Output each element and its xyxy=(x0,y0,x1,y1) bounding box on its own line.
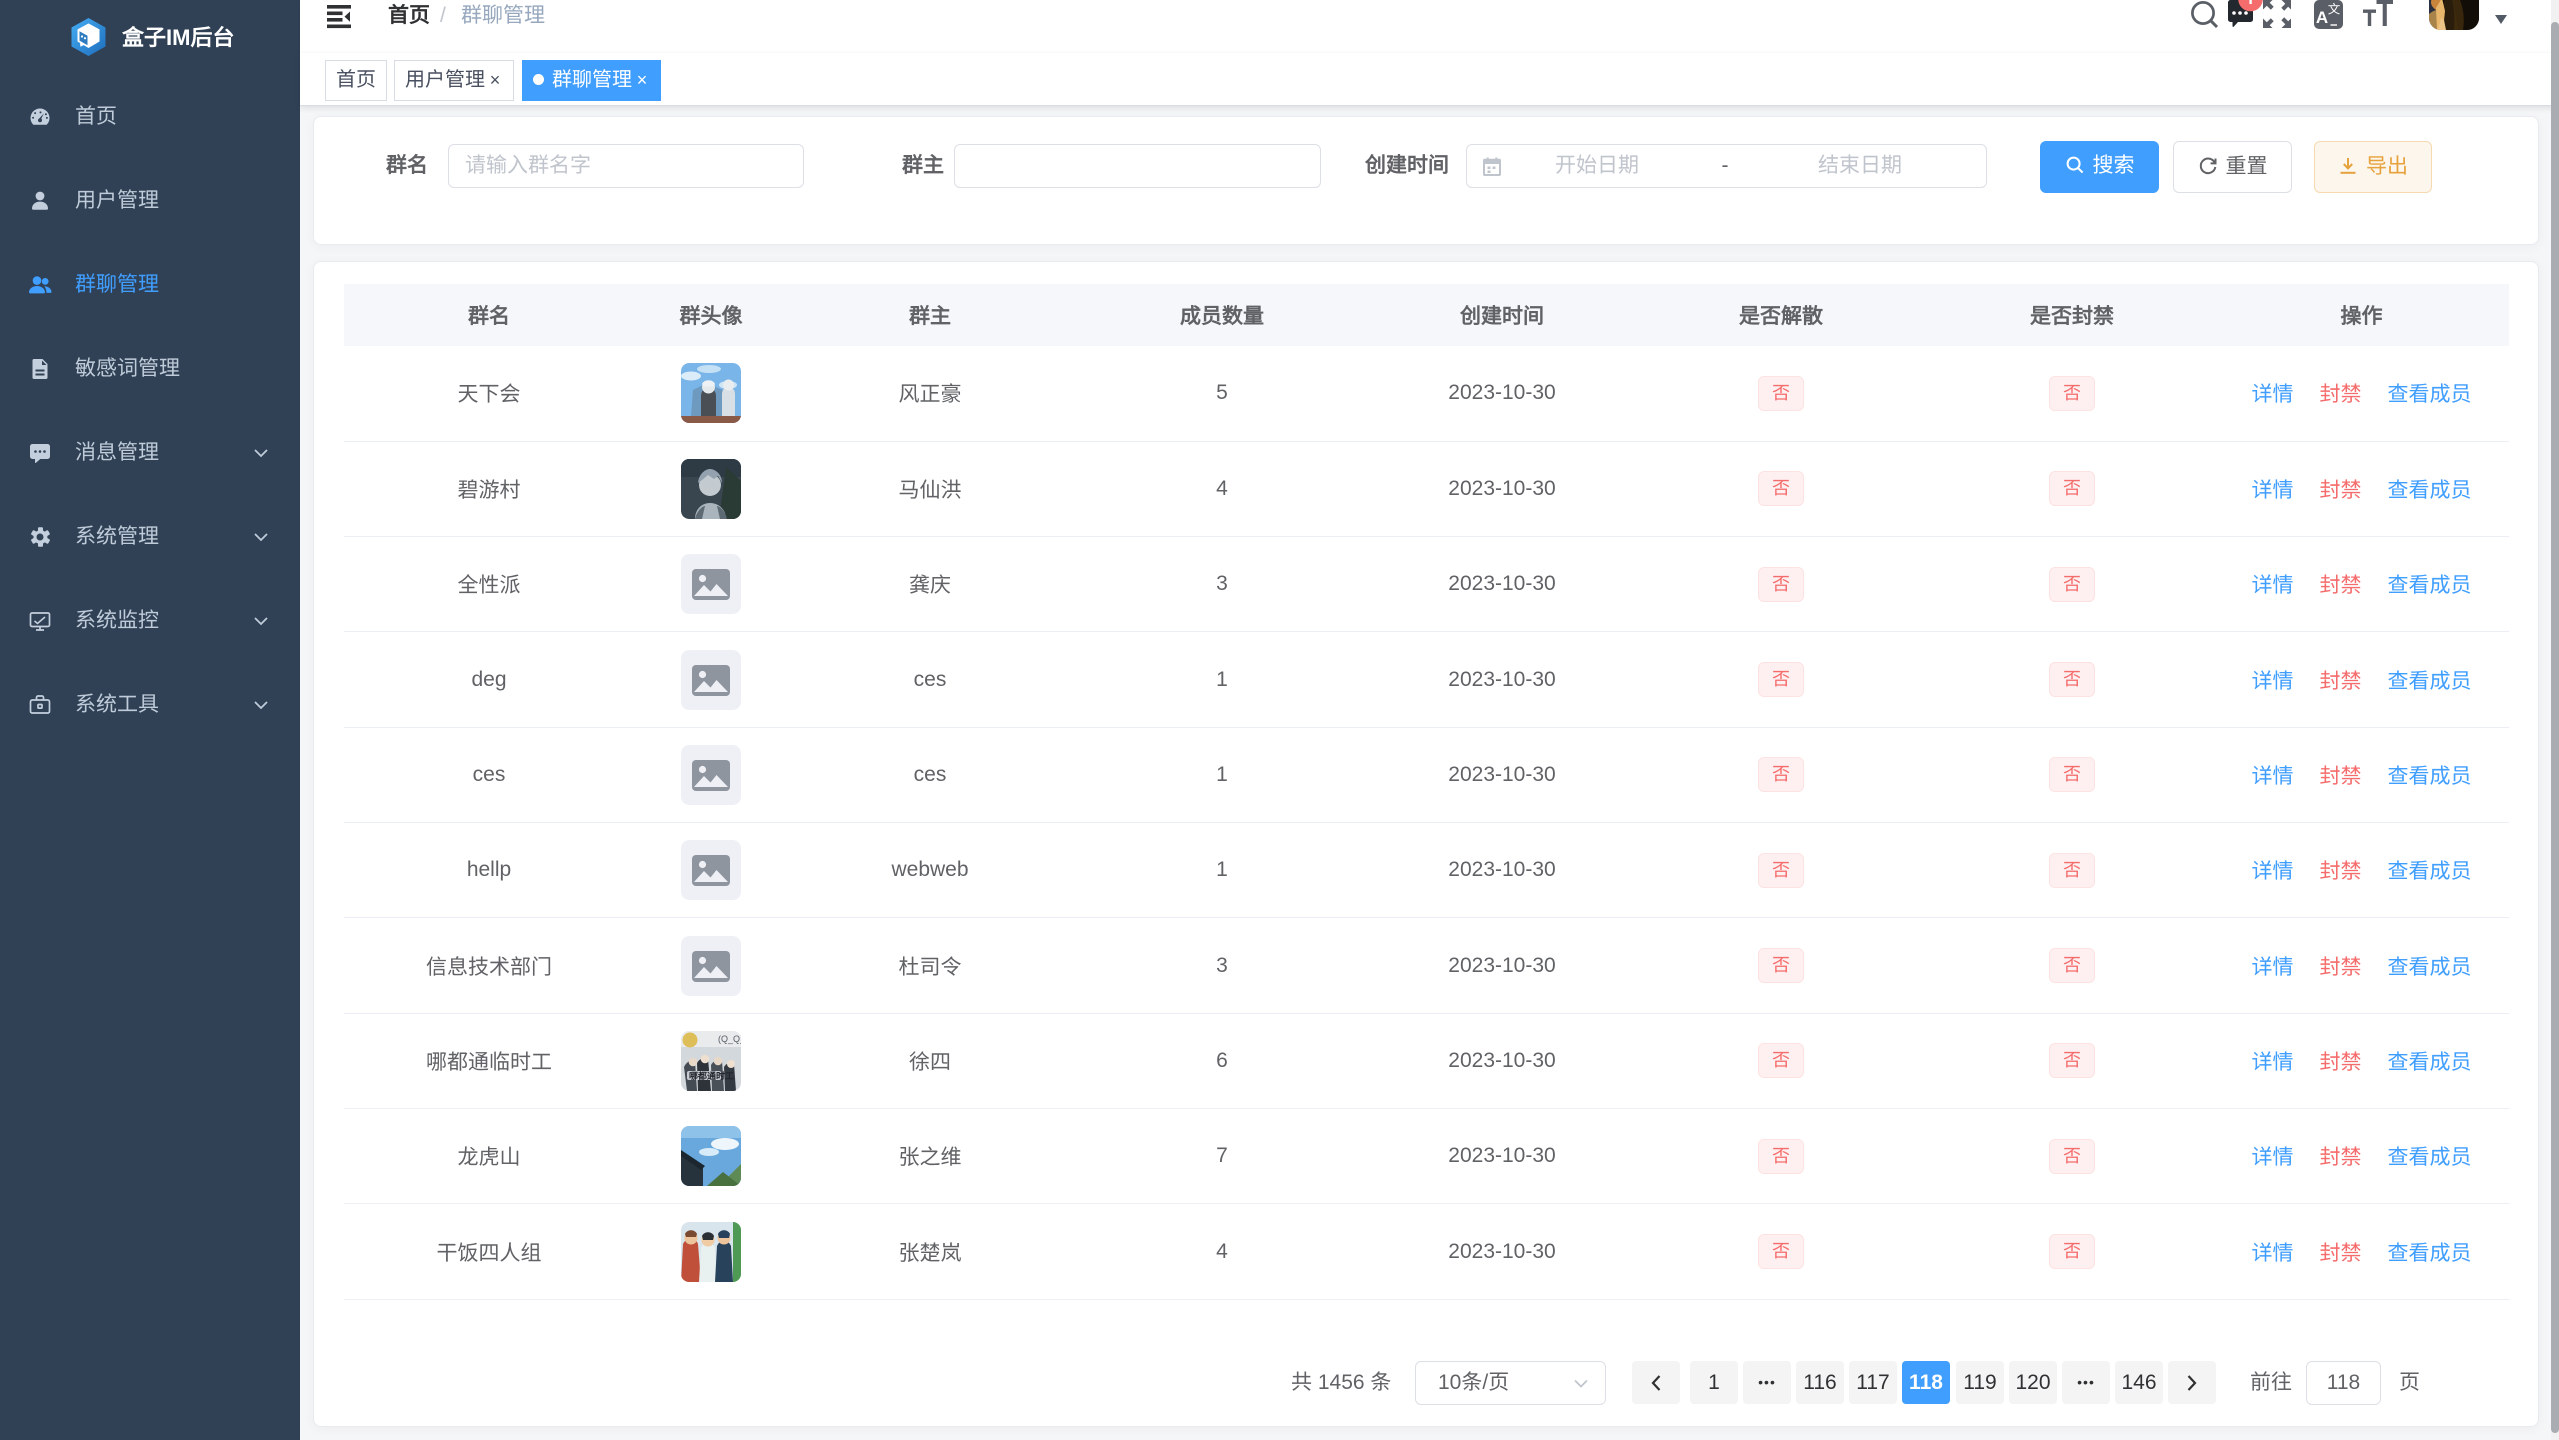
svg-text:A: A xyxy=(2316,8,2328,27)
svg-text:文: 文 xyxy=(2328,0,2341,18)
